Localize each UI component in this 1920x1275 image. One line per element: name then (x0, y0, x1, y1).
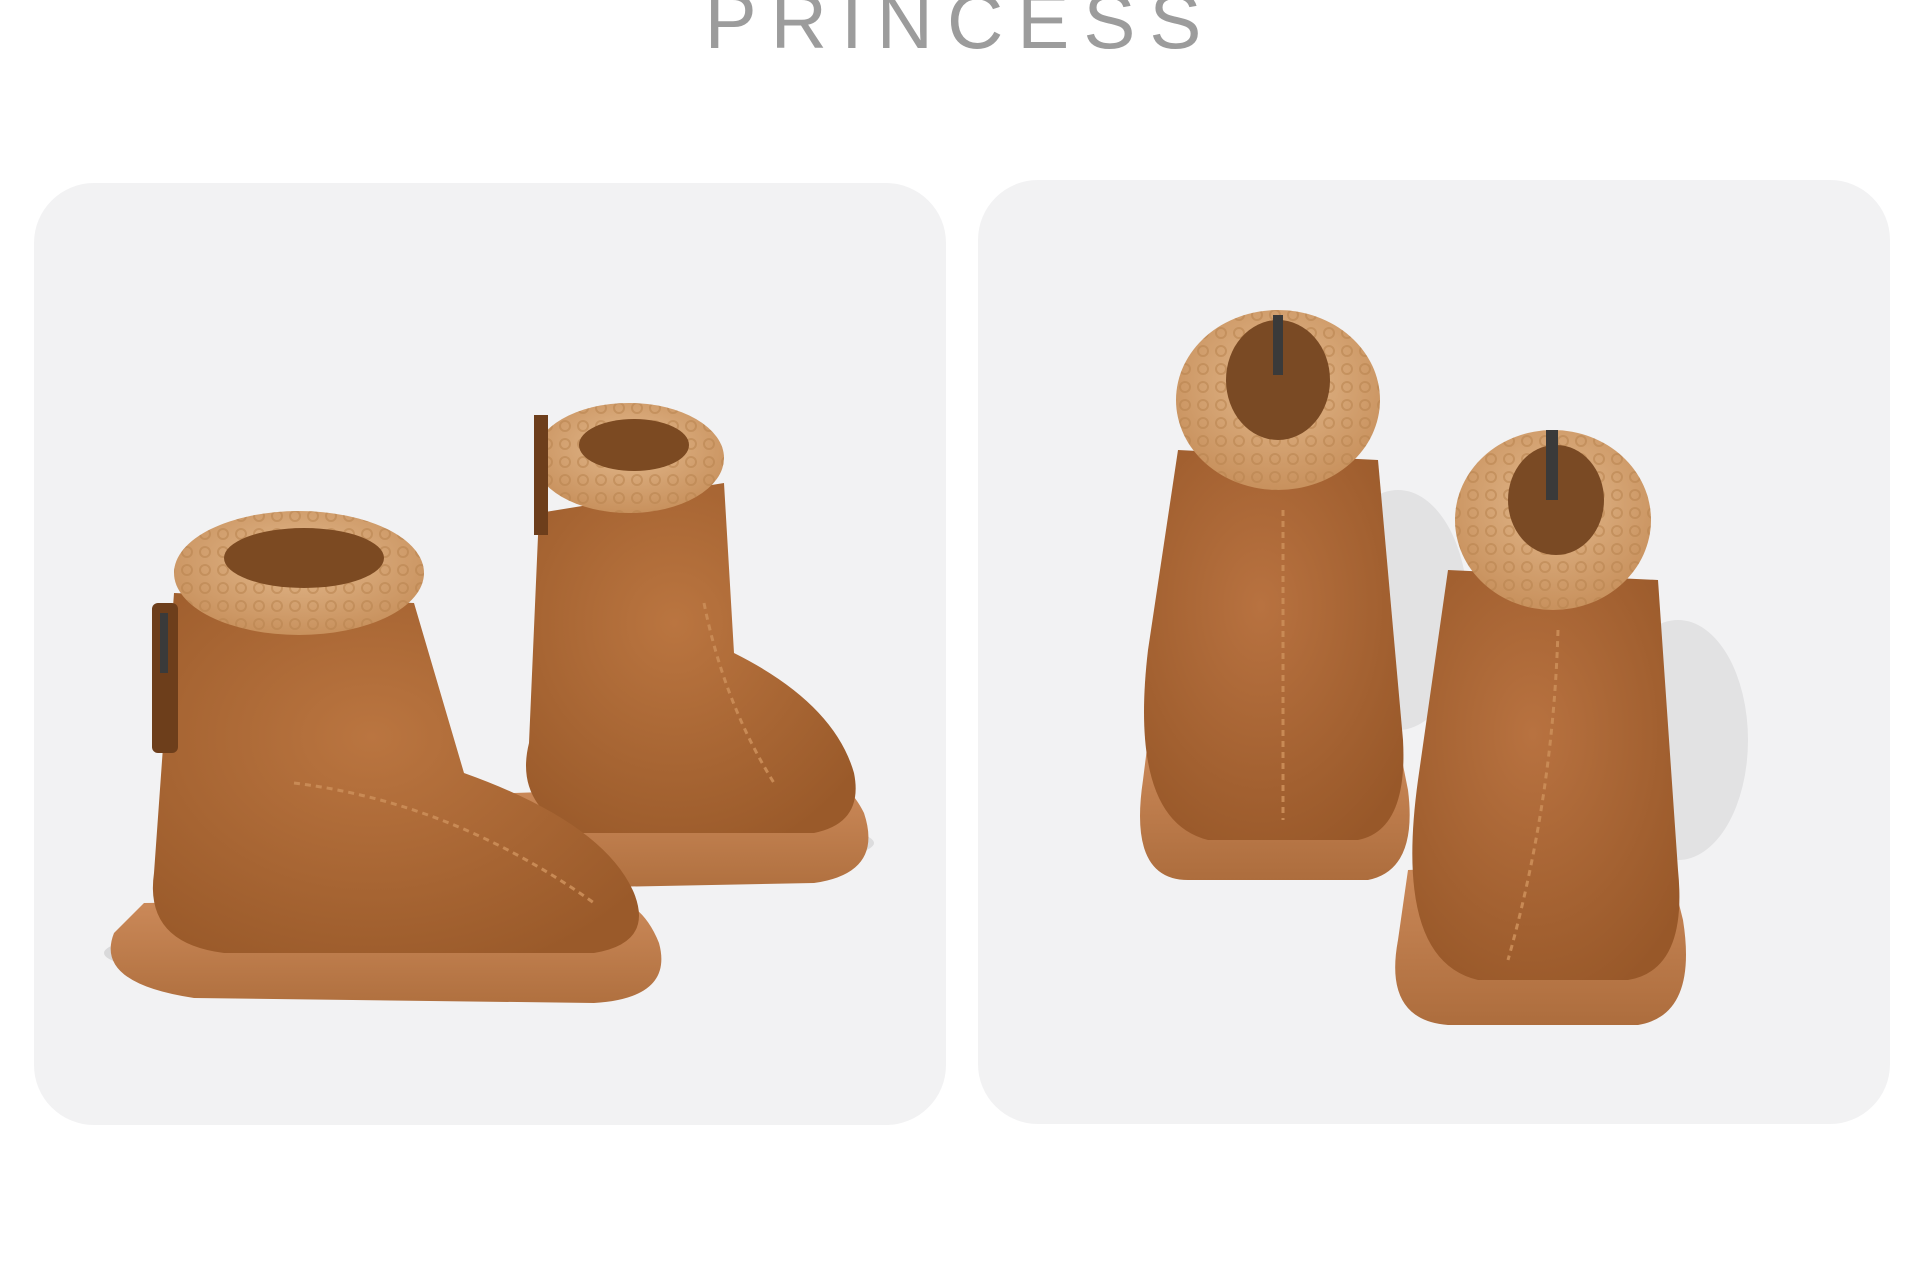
product-image-panel-side-view (34, 183, 946, 1125)
product-showcase-page: PRINCESS (0, 0, 1920, 1275)
brand-title: PRINCESS (704, 0, 1216, 65)
boots-back-view-illustration (1140, 310, 1748, 1025)
product-image-panel-back-view (978, 180, 1890, 1124)
boot-back-left (1140, 310, 1410, 880)
boots-side-view-illustration (104, 403, 874, 1003)
